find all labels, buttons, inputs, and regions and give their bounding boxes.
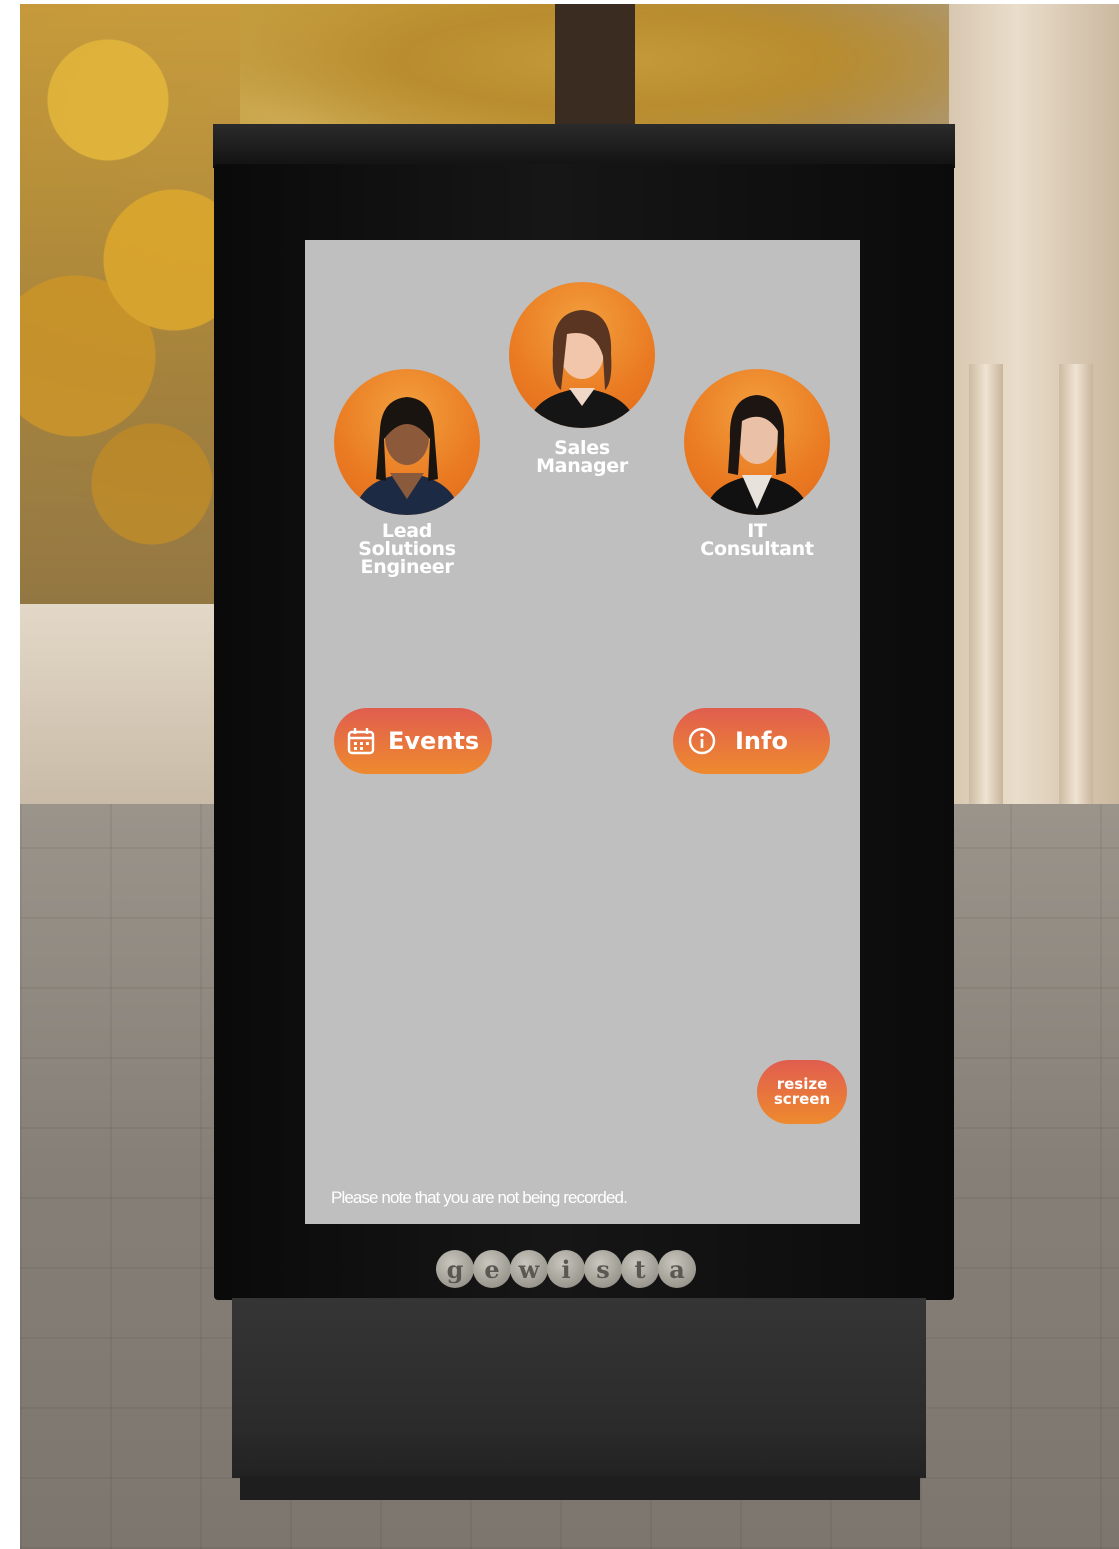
person-photo-icon xyxy=(704,395,810,515)
brand-letter: s xyxy=(584,1250,622,1288)
avatar-sales-manager[interactable] xyxy=(509,282,655,428)
avatar-lead-solutions-engineer[interactable] xyxy=(334,369,480,515)
brand-letter: g xyxy=(436,1250,474,1288)
storefronts xyxy=(20,604,230,824)
kiosk-screen: Lead Solutions Engineer Sales Manager IT… xyxy=(305,240,860,1224)
resize-screen-button[interactable]: resize screen xyxy=(757,1060,847,1124)
kiosk-foot xyxy=(240,1476,920,1500)
calendar-icon xyxy=(347,728,375,755)
brand-letter: i xyxy=(547,1250,585,1288)
role-label: IT Consultant xyxy=(700,520,814,560)
person-photo-icon xyxy=(527,310,637,428)
building-facade xyxy=(949,4,1119,884)
recording-notice: Please note that you are not being recor… xyxy=(331,1188,628,1207)
kiosk-roof xyxy=(213,124,955,168)
events-label: Events xyxy=(388,727,480,755)
info-circle-icon xyxy=(688,727,716,755)
info-label: Info xyxy=(735,727,788,755)
brand-logo: g e w i s t a xyxy=(436,1250,696,1288)
role-label: Sales Manager xyxy=(536,437,628,477)
role-label: Lead Solutions Engineer xyxy=(358,520,456,578)
resize-label-line2: screen xyxy=(773,1090,831,1108)
brand-letter: w xyxy=(510,1250,548,1288)
kiosk-base xyxy=(232,1298,926,1478)
avatar-it-consultant[interactable] xyxy=(684,369,830,515)
autumn-trees xyxy=(20,4,240,644)
brand-letter: e xyxy=(473,1250,511,1288)
brand-letter: a xyxy=(658,1250,696,1288)
info-button[interactable]: Info xyxy=(673,708,830,774)
tree-trunk xyxy=(555,4,635,134)
person-photo-icon xyxy=(354,397,460,515)
brand-letter: t xyxy=(621,1250,659,1288)
events-button[interactable]: Events xyxy=(334,708,492,774)
